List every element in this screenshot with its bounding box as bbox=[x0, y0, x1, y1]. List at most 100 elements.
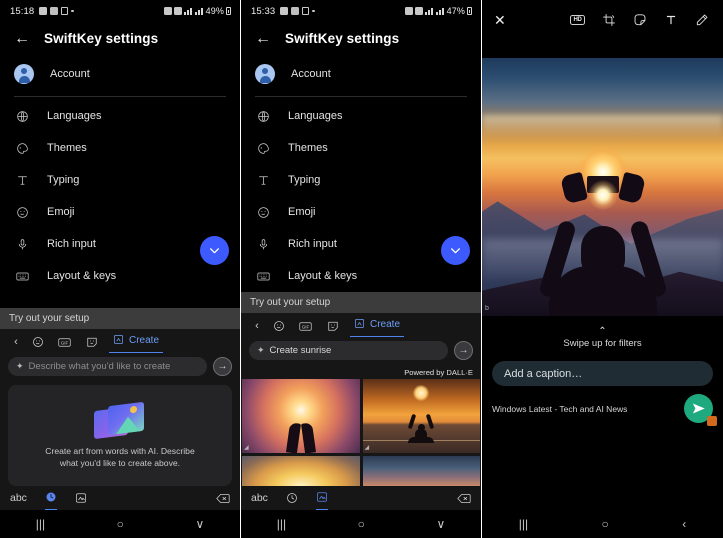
sticker-icon[interactable] bbox=[630, 11, 649, 30]
battery-icon bbox=[226, 7, 231, 15]
nav-recents-icon[interactable]: ||| bbox=[277, 517, 286, 531]
keyboard-toolbar: ‹ GIF Create bbox=[0, 329, 240, 355]
gallery-icon bbox=[39, 7, 48, 15]
keyboard-icon bbox=[14, 271, 31, 282]
lock-icon bbox=[61, 7, 69, 15]
editor-tools: HD bbox=[568, 11, 711, 30]
send-count-badge bbox=[707, 416, 717, 426]
image-badge-icon: ◢ bbox=[364, 445, 370, 451]
sidebar-item-account[interactable]: Account bbox=[241, 55, 481, 93]
nav-home-icon[interactable]: ○ bbox=[602, 517, 609, 531]
dot-icon bbox=[71, 9, 74, 13]
create-submit-button[interactable]: → bbox=[454, 341, 473, 360]
battery-percent: 47% bbox=[446, 6, 465, 16]
keyboard-icon bbox=[255, 271, 272, 282]
alarm-icon bbox=[163, 7, 172, 15]
mute-icon bbox=[173, 7, 182, 15]
clock-icon[interactable] bbox=[286, 486, 298, 510]
backspace-icon[interactable] bbox=[457, 486, 471, 510]
wifi-icon bbox=[424, 7, 434, 15]
create-submit-button[interactable]: → bbox=[213, 357, 232, 376]
clock-icon[interactable] bbox=[44, 486, 57, 510]
image-icon[interactable] bbox=[75, 486, 87, 510]
sidebar-item-languages[interactable]: Languages bbox=[0, 100, 240, 132]
nav-back-icon[interactable]: ‹ bbox=[682, 517, 686, 531]
scroll-down-fab[interactable] bbox=[441, 236, 470, 265]
sidebar-item-emoji[interactable]: Emoji bbox=[0, 196, 240, 228]
sidebar-item-label: Typing bbox=[47, 174, 80, 186]
status-bar: 15:18 49% bbox=[0, 0, 240, 22]
toolbar-back-icon[interactable]: ‹ bbox=[8, 329, 24, 355]
sidebar-item-emoji[interactable]: Emoji bbox=[241, 196, 481, 228]
powered-by-label: Powered by DALL·E bbox=[404, 368, 473, 377]
tab-create[interactable]: Create bbox=[109, 331, 164, 353]
globe-icon bbox=[255, 110, 272, 123]
text-tool-icon[interactable] bbox=[661, 11, 680, 30]
result-image-3[interactable] bbox=[242, 456, 360, 486]
back-icon[interactable]: ← bbox=[255, 30, 271, 47]
sidebar-item-languages[interactable]: Languages bbox=[241, 100, 481, 132]
sidebar-item-themes[interactable]: Themes bbox=[0, 132, 240, 164]
emoji-icon[interactable] bbox=[24, 329, 51, 355]
tab-create[interactable]: Create bbox=[350, 315, 405, 337]
crop-rotate-icon[interactable] bbox=[599, 11, 618, 30]
sticker-icon[interactable] bbox=[319, 313, 346, 339]
keyboard-panel: Try out your setup ‹ GIF bbox=[241, 292, 481, 538]
sticker-icon[interactable] bbox=[78, 329, 105, 355]
photo-person-silhouette bbox=[537, 171, 669, 316]
scroll-down-fab[interactable] bbox=[200, 236, 229, 265]
sidebar-item-typing[interactable]: Typing bbox=[0, 164, 240, 196]
nav-recents-icon[interactable]: ||| bbox=[519, 517, 528, 531]
result-image-2[interactable]: ◢ bbox=[362, 379, 480, 453]
sidebar-item-label: Layout & keys bbox=[47, 270, 117, 282]
sidebar-item-typing[interactable]: Typing bbox=[241, 164, 481, 196]
palette-icon bbox=[14, 142, 31, 155]
photo-clouds bbox=[482, 114, 723, 138]
hd-quality-icon[interactable]: HD bbox=[568, 11, 587, 30]
list-divider bbox=[14, 96, 226, 97]
nav-recents-icon[interactable]: ||| bbox=[36, 517, 45, 531]
editor-photo[interactable]: b bbox=[482, 58, 723, 316]
result-image-4[interactable] bbox=[362, 456, 480, 486]
sidebar-item-label: Themes bbox=[288, 142, 328, 154]
pencil-draw-icon[interactable] bbox=[692, 11, 711, 30]
lock-icon bbox=[302, 7, 310, 15]
create-art-illustration-icon bbox=[94, 401, 146, 440]
sparkle-icon: ✦ bbox=[16, 361, 24, 371]
sidebar-item-layout-keys[interactable]: Layout & keys bbox=[241, 260, 481, 292]
toolbar-back-icon[interactable]: ‹ bbox=[249, 313, 265, 339]
abc-key[interactable]: abc bbox=[10, 486, 27, 510]
abc-key[interactable]: abc bbox=[251, 486, 268, 510]
nav-dismiss-keyboard-icon[interactable]: ∨ bbox=[436, 517, 445, 531]
sidebar-item-themes[interactable]: Themes bbox=[241, 132, 481, 164]
screenshot-stage: 15:18 49% ← SwiftKey settings Account La… bbox=[0, 0, 723, 538]
back-icon[interactable]: ← bbox=[14, 30, 30, 47]
sidebar-item-label: Account bbox=[50, 68, 90, 80]
gif-icon[interactable]: GIF bbox=[51, 329, 78, 355]
nav-home-icon[interactable]: ○ bbox=[358, 517, 365, 531]
photo-watermark: b bbox=[485, 305, 489, 312]
chevron-down-icon bbox=[208, 244, 221, 257]
caption-input[interactable]: Add a caption… bbox=[492, 361, 713, 386]
avatar-icon bbox=[255, 64, 275, 84]
smiley-icon bbox=[255, 206, 272, 219]
sidebar-item-account[interactable]: Account bbox=[0, 55, 240, 93]
create-input[interactable]: ✦ Describe what you'd like to create bbox=[8, 357, 207, 376]
emoji-icon[interactable] bbox=[265, 313, 292, 339]
image-icon[interactable] bbox=[315, 486, 328, 510]
create-input[interactable]: ✦ Create sunrise bbox=[249, 341, 448, 360]
keyboard-body: ‹ GIF bbox=[241, 313, 481, 510]
result-image-1[interactable]: ◢ bbox=[242, 379, 360, 453]
chevron-down-icon bbox=[449, 244, 462, 257]
nav-dismiss-keyboard-icon[interactable]: ∨ bbox=[195, 517, 204, 531]
nav-home-icon[interactable]: ○ bbox=[117, 517, 124, 531]
create-input-row: ✦ Create sunrise → bbox=[241, 339, 481, 365]
send-button[interactable] bbox=[684, 394, 717, 426]
gif-icon[interactable]: GIF bbox=[292, 313, 319, 339]
close-icon[interactable]: ✕ bbox=[494, 12, 518, 29]
battery-percent: 49% bbox=[205, 6, 224, 16]
backspace-icon[interactable] bbox=[216, 486, 230, 510]
checkbox-icon bbox=[291, 7, 300, 15]
sidebar-item-layout-keys[interactable]: Layout & keys bbox=[0, 260, 240, 292]
filters-hint[interactable]: ⌃ Swipe up for filters bbox=[482, 316, 723, 355]
